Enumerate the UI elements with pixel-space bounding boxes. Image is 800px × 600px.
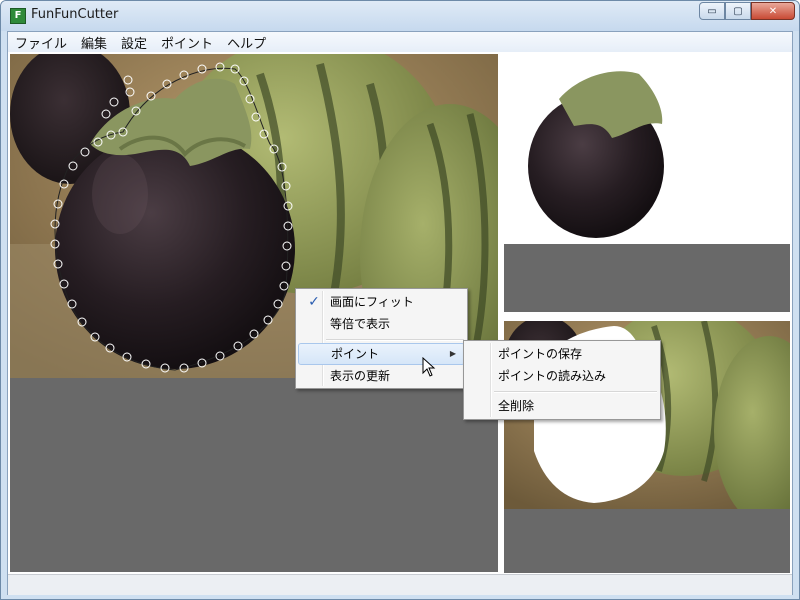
menu-item-actual-size[interactable]: 等倍で表示 — [298, 313, 465, 335]
cutout-preview — [504, 54, 790, 312]
checkmark-icon: ✓ — [308, 294, 320, 310]
cutout-image — [504, 54, 790, 244]
menu-item-label: 等倍で表示 — [330, 317, 391, 331]
context-menu: ✓ 画面にフィット 等倍で表示 ポイント ▶ 表示の更新 — [295, 288, 468, 389]
menu-separator — [326, 339, 464, 341]
menu-file[interactable]: ファイル — [8, 33, 74, 52]
maximize-button[interactable]: ▢ — [725, 2, 751, 20]
menu-edit[interactable]: 編集 — [74, 33, 114, 52]
window-controls: ▭ ▢ ✕ — [699, 2, 795, 21]
menu-item-save-points[interactable]: ポイントの保存 — [466, 343, 658, 365]
minimize-button[interactable]: ▭ — [699, 2, 725, 20]
window-title: FunFunCutter — [31, 7, 119, 22]
menu-item-label: ポイントの読み込み — [498, 369, 607, 383]
menu-separator — [494, 391, 657, 393]
menu-help[interactable]: ヘルプ — [220, 33, 273, 52]
menu-item-load-points[interactable]: ポイントの読み込み — [466, 365, 658, 387]
menu-item-label: 画面にフィット — [330, 295, 414, 309]
menu-item-label: 全削除 — [498, 399, 535, 413]
menu-item-label: ポイント — [331, 347, 380, 361]
menu-item-delete-all[interactable]: 全削除 — [466, 395, 658, 417]
menu-item-label: ポイントの保存 — [498, 347, 583, 361]
menu-bar: ファイル 編集 設定 ポイント ヘルプ — [8, 32, 792, 52]
menu-item-points[interactable]: ポイント ▶ — [298, 343, 465, 365]
menu-item-label: 表示の更新 — [330, 369, 391, 383]
menu-points[interactable]: ポイント — [154, 33, 220, 52]
menu-settings[interactable]: 設定 — [114, 33, 154, 52]
menu-item-refresh[interactable]: 表示の更新 — [298, 365, 465, 387]
title-bar[interactable]: F FunFunCutter ▭ ▢ ✕ — [1, 1, 799, 31]
close-button[interactable]: ✕ — [751, 2, 795, 20]
submenu-arrow-icon: ▶ — [449, 349, 456, 358]
app-icon[interactable]: F — [10, 8, 26, 24]
mouse-cursor-icon — [422, 357, 436, 377]
menu-item-fit-to-screen[interactable]: ✓ 画面にフィット — [298, 291, 465, 313]
status-bar — [8, 574, 792, 595]
points-submenu: ポイントの保存 ポイントの読み込み 全削除 — [463, 340, 661, 420]
